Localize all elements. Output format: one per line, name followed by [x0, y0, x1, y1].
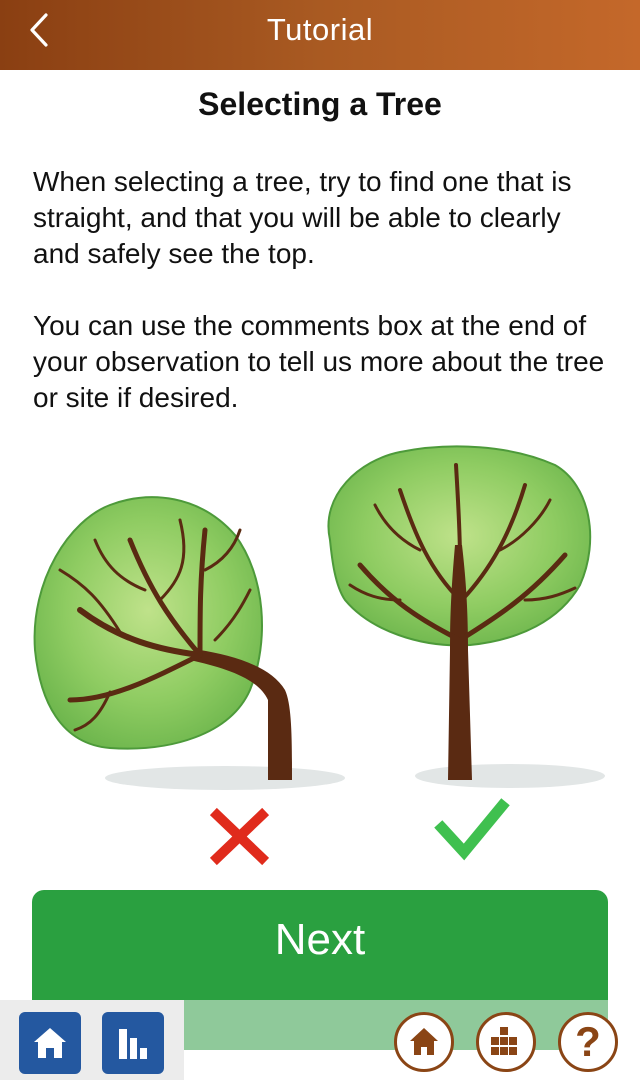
app-bar-title: Tutorial — [266, 12, 374, 47]
straight-tree — [327, 445, 605, 788]
green-checkmark-icon — [434, 798, 510, 861]
comments-paragraph: You can use the comments box at the end … — [33, 310, 605, 413]
bar-chart-icon — [119, 1029, 147, 1059]
grid-icon — [491, 1027, 517, 1055]
app-bar: Tutorial — [0, 0, 640, 70]
red-x-icon — [209, 807, 270, 866]
leaning-tree — [33, 496, 345, 790]
page-title: Selecting a Tree — [198, 86, 442, 122]
help-circle-button[interactable]: ? — [558, 1012, 618, 1072]
home-button[interactable] — [19, 1012, 81, 1074]
grid-circle-button[interactable] — [476, 1012, 536, 1072]
home-icon — [410, 1028, 438, 1055]
next-button-label: Next — [274, 915, 366, 964]
intro-paragraph: When selecting a tree, try to find one t… — [33, 166, 572, 269]
home-circle-button[interactable] — [394, 1012, 454, 1072]
help-icon: ? — [575, 1018, 601, 1065]
tree-illustration — [33, 445, 605, 866]
stats-button[interactable] — [102, 1012, 164, 1074]
home-icon — [34, 1028, 66, 1058]
